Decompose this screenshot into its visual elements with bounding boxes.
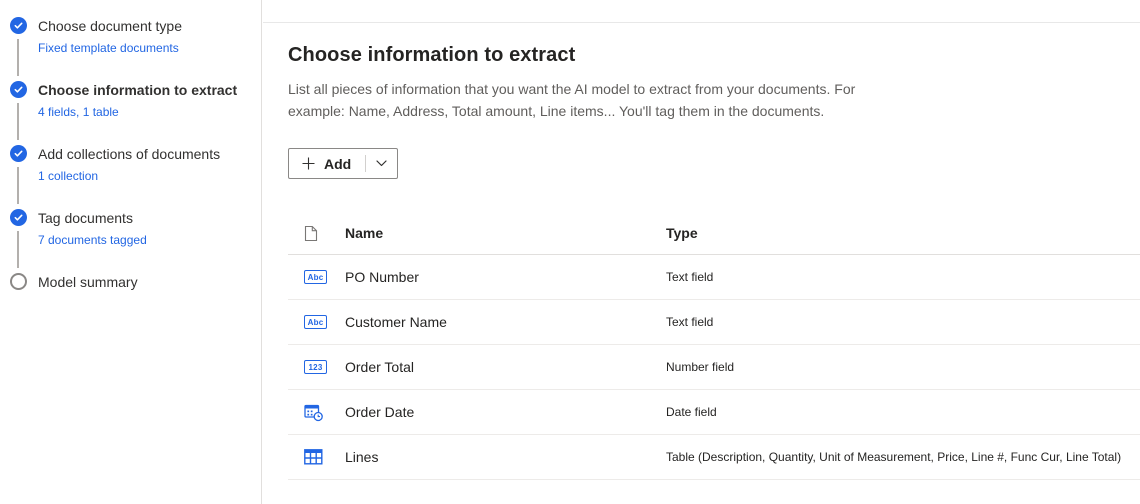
text-field-icon: Abc	[304, 315, 327, 329]
field-name: Customer Name	[345, 314, 447, 330]
add-button[interactable]: Add	[289, 149, 365, 178]
document-icon	[288, 225, 345, 242]
plus-icon	[302, 157, 315, 170]
field-name: Lines	[345, 449, 379, 465]
table-row[interactable]: Abc Customer Name Text field	[288, 300, 1140, 345]
table-row[interactable]: 123 Order Total Number field	[288, 345, 1140, 390]
table-icon	[304, 449, 323, 465]
wizard-stepper-sidebar: Choose document type Fixed template docu…	[0, 0, 262, 504]
field-name: PO Number	[345, 269, 419, 285]
page-description-line2: example: Name, Address, Total amount, Li…	[288, 103, 825, 119]
step-sublabel-link[interactable]: 7 documents tagged	[38, 233, 147, 247]
chevron-down-icon	[376, 160, 387, 167]
field-type: Table (Description, Quantity, Unit of Me…	[666, 450, 1122, 464]
field-type: Date field	[666, 405, 717, 419]
field-type: Text field	[666, 315, 714, 329]
table-row[interactable]: Abc PO Number Text field	[288, 255, 1140, 300]
step-choose-document-type[interactable]: Choose document type Fixed template docu…	[0, 17, 261, 81]
page-description: List all pieces of information that you …	[288, 78, 1140, 122]
add-split-button[interactable]: Add	[288, 148, 399, 179]
field-name: Order Date	[345, 404, 415, 420]
step-label: Choose document type	[38, 18, 182, 34]
step-completed-check-icon	[10, 17, 27, 34]
number-field-icon: 123	[304, 360, 327, 374]
step-choose-information[interactable]: Choose information to extract 4 fields, …	[0, 81, 261, 145]
text-field-icon: Abc	[304, 270, 327, 284]
table-row[interactable]: Lines Table (Description, Quantity, Unit…	[288, 435, 1140, 480]
top-divider	[263, 0, 1140, 23]
step-upcoming-circle-icon	[10, 273, 27, 290]
step-label: Choose information to extract	[38, 82, 238, 98]
page-title: Choose information to extract	[288, 44, 576, 66]
step-sublabel-link[interactable]: Fixed template documents	[38, 41, 179, 55]
fields-table: Name Type Abc PO Number Text field Abc C…	[288, 212, 1140, 480]
step-completed-check-icon	[10, 81, 27, 98]
step-sublabel-link[interactable]: 1 collection	[38, 169, 98, 183]
add-menu-button[interactable]	[366, 149, 397, 178]
step-sublabel-link[interactable]: 4 fields, 1 table	[38, 105, 119, 119]
step-completed-check-icon	[10, 145, 27, 162]
step-model-summary[interactable]: Model summary	[0, 273, 261, 337]
add-button-label: Add	[324, 155, 352, 172]
field-name: Order Total	[345, 359, 414, 375]
field-type: Text field	[666, 270, 714, 284]
step-label: Add collections of documents	[38, 146, 221, 162]
step-label: Model summary	[38, 274, 138, 290]
step-tag-documents[interactable]: Tag documents 7 documents tagged	[0, 209, 261, 273]
table-header-row: Name Type	[288, 212, 1140, 255]
field-type: Number field	[666, 360, 735, 374]
column-header-name[interactable]: Name	[345, 225, 666, 241]
step-completed-check-icon	[10, 209, 27, 226]
step-label: Tag documents	[38, 210, 133, 226]
main-content: Choose information to extract List all p…	[263, 0, 1140, 504]
page-description-line1: List all pieces of information that you …	[288, 81, 856, 97]
table-row[interactable]: Order Date Date field	[288, 390, 1140, 435]
date-field-icon	[304, 404, 323, 421]
step-add-collections[interactable]: Add collections of documents 1 collectio…	[0, 145, 261, 209]
column-header-type[interactable]: Type	[666, 225, 1140, 241]
